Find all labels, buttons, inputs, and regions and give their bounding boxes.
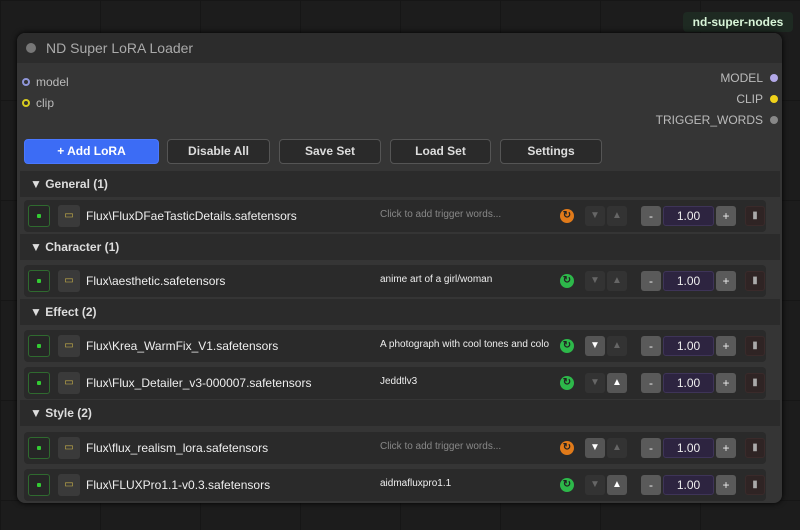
increase-strength-button[interactable]: +: [716, 475, 736, 495]
refresh-triggers-icon[interactable]: ↻: [560, 478, 574, 492]
trigger-words-field[interactable]: Jeddtlv3: [380, 376, 554, 387]
strength-input[interactable]: 1.00: [663, 271, 714, 291]
input-label-clip: clip: [36, 96, 55, 110]
refresh-triggers-icon[interactable]: ↻: [560, 376, 574, 390]
lora-name[interactable]: Flux\Krea_WarmFix_V1.safetensors: [86, 339, 278, 353]
delete-trash-icon[interactable]: ▮: [745, 336, 765, 356]
refresh-triggers-icon[interactable]: ↻: [560, 441, 574, 455]
trigger-words-field[interactable]: anime art of a girl/woman: [380, 274, 554, 285]
refresh-triggers-icon[interactable]: ↻: [560, 339, 574, 353]
delete-trash-icon[interactable]: ▮: [745, 438, 765, 458]
lora-row: ▭ Flux\aesthetic.safetensors anime art of …: [24, 265, 766, 297]
move-up-button[interactable]: ▲: [607, 336, 627, 356]
output-socket-model[interactable]: [770, 74, 778, 82]
move-down-button[interactable]: ▼: [585, 336, 605, 356]
output-socket-clip[interactable]: [770, 95, 778, 103]
tag-icon[interactable]: ▭: [58, 335, 80, 357]
increase-strength-button[interactable]: +: [716, 438, 736, 458]
decrease-strength-button[interactable]: -: [641, 438, 661, 458]
trigger-words-field[interactable]: aidmafluxpro1.1: [380, 478, 554, 489]
output-label-model: MODEL: [720, 71, 763, 85]
output-socket-trigger_words[interactable]: [770, 116, 778, 124]
group-header[interactable]: ▼ Character (1): [20, 234, 780, 260]
move-up-button[interactable]: ▲: [607, 438, 627, 458]
save-set-button[interactable]: Save Set: [279, 139, 381, 164]
refresh-triggers-icon[interactable]: ↻: [560, 209, 574, 223]
node-title-bar[interactable]: ND Super LoRA Loader: [17, 33, 782, 63]
input-socket-model[interactable]: [22, 78, 30, 86]
move-down-button[interactable]: ▼: [585, 475, 605, 495]
increase-strength-button[interactable]: +: [716, 336, 736, 356]
decrease-strength-button[interactable]: -: [641, 336, 661, 356]
disable-all-button[interactable]: Disable All: [167, 139, 270, 164]
delete-trash-icon[interactable]: ▮: [745, 206, 765, 226]
lora-row: ▭ Flux\FLUXPro1.1-v0.3.safetensors aidmafl…: [24, 469, 766, 501]
tag-icon[interactable]: ▭: [58, 437, 80, 459]
enable-toggle[interactable]: [28, 474, 50, 496]
move-up-button[interactable]: ▲: [607, 271, 627, 291]
increase-strength-button[interactable]: +: [716, 373, 736, 393]
group-header[interactable]: ▼ General (1): [20, 171, 780, 197]
input-socket-clip[interactable]: [22, 99, 30, 107]
settings-button[interactable]: Settings: [500, 139, 602, 164]
enable-toggle[interactable]: [28, 372, 50, 394]
load-set-button[interactable]: Load Set: [390, 139, 491, 164]
strength-input[interactable]: 1.00: [663, 373, 714, 393]
super-lora-loader-node[interactable]: ND Super LoRA Loader + Add LoRA Disable …: [17, 33, 782, 503]
strength-input[interactable]: 1.00: [663, 336, 714, 356]
lora-name[interactable]: Flux\flux_realism_lora.safetensors: [86, 441, 268, 455]
group-header[interactable]: ▼ Effect (2): [20, 299, 780, 325]
node-title: ND Super LoRA Loader: [46, 40, 194, 56]
input-label-model: model: [36, 75, 69, 89]
enable-toggle[interactable]: [28, 270, 50, 292]
group-header[interactable]: ▼ Style (2): [20, 400, 780, 426]
add-lora-button[interactable]: + Add LoRA: [24, 139, 159, 164]
lora-name[interactable]: Flux\FLUXPro1.1-v0.3.safetensors: [86, 478, 270, 492]
node-pack-badge: nd-super-nodes: [683, 12, 793, 32]
move-up-button[interactable]: ▲: [607, 373, 627, 393]
move-down-button[interactable]: ▼: [585, 271, 605, 291]
increase-strength-button[interactable]: +: [716, 271, 736, 291]
decrease-strength-button[interactable]: -: [641, 206, 661, 226]
decrease-strength-button[interactable]: -: [641, 373, 661, 393]
refresh-triggers-icon[interactable]: ↻: [560, 274, 574, 288]
enable-toggle[interactable]: [28, 335, 50, 357]
tag-icon[interactable]: ▭: [58, 270, 80, 292]
trigger-words-field[interactable]: Click to add trigger words...: [380, 441, 554, 452]
output-label-trigger_words: TRIGGER_WORDS: [655, 113, 763, 127]
lora-name[interactable]: Flux\Flux_Detailer_v3-000007.safetensors: [86, 376, 311, 390]
delete-trash-icon[interactable]: ▮: [745, 373, 765, 393]
output-label-clip: CLIP: [736, 92, 763, 106]
lora-row: ▭ Flux\Krea_WarmFix_V1.safetensors A photo…: [24, 330, 766, 362]
delete-trash-icon[interactable]: ▮: [745, 271, 765, 291]
decrease-strength-button[interactable]: -: [641, 475, 661, 495]
lora-name[interactable]: Flux\FluxDFaeTasticDetails.safetensors: [86, 209, 297, 223]
enable-toggle[interactable]: [28, 205, 50, 227]
strength-input[interactable]: 1.00: [663, 438, 714, 458]
move-up-button[interactable]: ▲: [607, 475, 627, 495]
tag-icon[interactable]: ▭: [58, 474, 80, 496]
strength-input[interactable]: 1.00: [663, 475, 714, 495]
trigger-words-field[interactable]: A photograph with cool tones and colo: [380, 339, 554, 350]
move-down-button[interactable]: ▼: [585, 438, 605, 458]
lora-row: ▭ Flux\flux_realism_lora.safetensors Click…: [24, 432, 766, 464]
lora-row: ▭ Flux\FluxDFaeTasticDetails.safetensors C…: [24, 200, 766, 232]
lora-row: ▭ Flux\Flux_Detailer_v3-000007.safetensor…: [24, 367, 766, 399]
trigger-words-field[interactable]: Click to add trigger words...: [380, 209, 554, 220]
enable-toggle[interactable]: [28, 437, 50, 459]
tag-icon[interactable]: ▭: [58, 205, 80, 227]
collapse-dot-icon[interactable]: [26, 43, 36, 53]
delete-trash-icon[interactable]: ▮: [745, 475, 765, 495]
move-down-button[interactable]: ▼: [585, 373, 605, 393]
lora-name[interactable]: Flux\aesthetic.safetensors: [86, 274, 225, 288]
move-up-button[interactable]: ▲: [607, 206, 627, 226]
tag-icon[interactable]: ▭: [58, 372, 80, 394]
decrease-strength-button[interactable]: -: [641, 271, 661, 291]
increase-strength-button[interactable]: +: [716, 206, 736, 226]
move-down-button[interactable]: ▼: [585, 206, 605, 226]
strength-input[interactable]: 1.00: [663, 206, 714, 226]
